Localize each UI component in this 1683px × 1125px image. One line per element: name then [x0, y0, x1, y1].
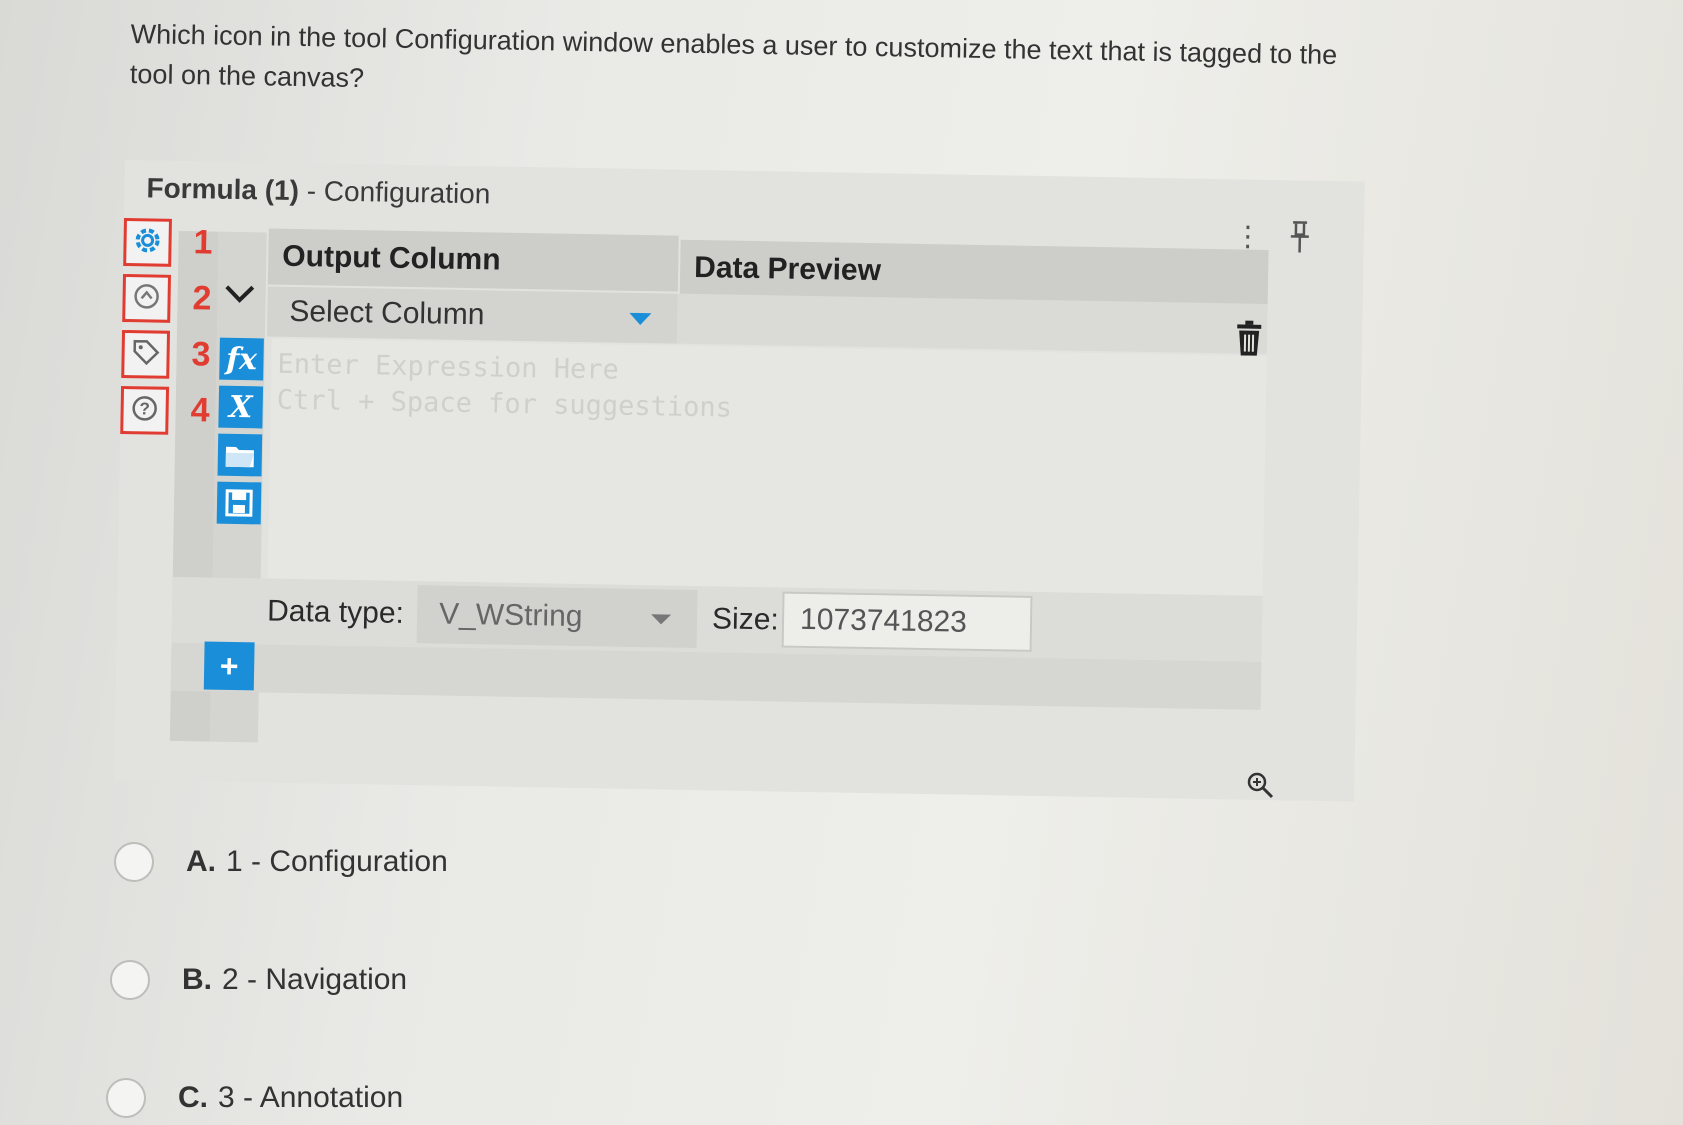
- callout-number-1: 1: [193, 223, 213, 262]
- save-icon[interactable]: [216, 481, 262, 525]
- navigation-button[interactable]: [122, 273, 172, 323]
- data-type-caret-icon: [650, 614, 672, 625]
- variable-x-icon[interactable]: X: [218, 385, 264, 429]
- open-folder-icon[interactable]: [217, 433, 263, 477]
- option-text-a: 1 - Configuration: [226, 845, 448, 878]
- option-letter-c: C.: [178, 1081, 208, 1114]
- more-options-icon[interactable]: ⋮: [1234, 219, 1263, 252]
- option-text-c: 3 - Annotation: [218, 1081, 404, 1114]
- expression-editor[interactable]: Enter Expression Here Ctrl + Space for s…: [267, 338, 1267, 596]
- formula-fx-icon[interactable]: fx: [219, 337, 264, 381]
- answer-option-c[interactable]: C. 3 - Annotation: [106, 1078, 403, 1118]
- zoom-in-icon[interactable]: [1245, 770, 1275, 807]
- panel-title-tool: Formula (1): [146, 172, 300, 207]
- callout-number-2: 2: [192, 279, 212, 318]
- help-button[interactable]: ?: [120, 385, 170, 435]
- radio-button-b[interactable]: [110, 960, 150, 1000]
- chevron-down-icon[interactable]: [222, 282, 257, 312]
- data-type-value: V_WString: [438, 597, 583, 634]
- configuration-button[interactable]: [123, 217, 172, 267]
- answer-option-a[interactable]: A. 1 - Configuration: [114, 842, 448, 882]
- gear-icon: [132, 225, 163, 261]
- option-letter-b: B.: [182, 963, 212, 996]
- tag-icon: [130, 337, 161, 373]
- callout-number-3: 3: [191, 335, 211, 374]
- data-type-label: Data type:: [266, 594, 405, 630]
- size-label: Size:: [711, 602, 780, 637]
- dropdown-caret-icon: [629, 312, 652, 326]
- size-input[interactable]: 1073741823: [781, 591, 1033, 652]
- add-expression-button[interactable]: +: [203, 641, 255, 691]
- callout-number-4: 4: [190, 391, 210, 430]
- pin-icon[interactable]: [1288, 220, 1311, 261]
- radio-button-a[interactable]: [114, 842, 154, 882]
- option-letter-a: A.: [186, 845, 216, 878]
- configuration-panel: Formula (1) - Configuration ⋮ 1 2 3 ? 4 …: [114, 160, 1365, 802]
- annotation-button[interactable]: [121, 329, 171, 379]
- panel-title: Formula (1) - Configuration: [146, 172, 490, 210]
- radio-button-c[interactable]: [106, 1078, 146, 1118]
- navigation-icon: [131, 281, 162, 317]
- svg-text:?: ?: [139, 399, 150, 418]
- panel-title-suffix: - Configuration: [298, 175, 491, 210]
- data-preview-cell: [676, 293, 1268, 354]
- select-column-label: Select Column: [289, 294, 485, 332]
- select-column-dropdown[interactable]: Select Column: [266, 286, 678, 344]
- option-text-b: 2 - Navigation: [222, 963, 408, 996]
- question-text: Which icon in the tool Configuration win…: [129, 18, 1338, 94]
- answer-option-b[interactable]: B. 2 - Navigation: [110, 960, 407, 1000]
- output-column-header: Output Column: [267, 228, 679, 292]
- data-type-dropdown[interactable]: V_WString: [416, 585, 698, 649]
- help-icon: ?: [129, 393, 160, 429]
